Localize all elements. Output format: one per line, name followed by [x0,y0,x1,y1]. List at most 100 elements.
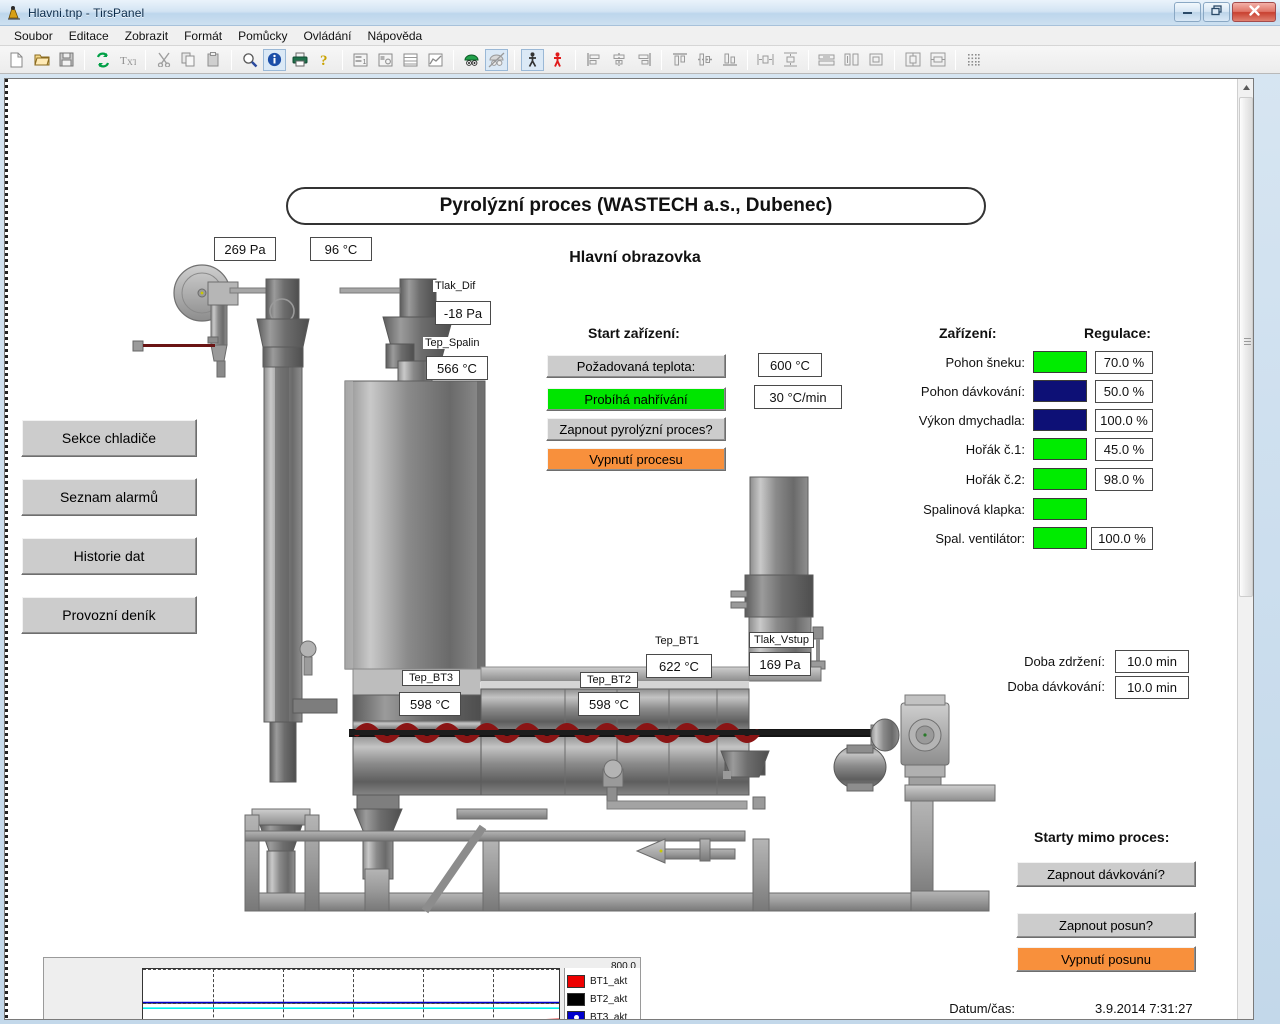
no-engineer-icon[interactable] [485,48,508,71]
align-right-icon[interactable] [632,49,655,71]
sidebar-item-seznam-alarmu[interactable]: Seznam alarmů [21,478,197,516]
align-top-icon[interactable] [668,49,691,71]
center-h-page-icon[interactable] [926,49,949,71]
chart-gridline [283,969,284,1019]
manual-panel-heading: Starty mimo proces: [1034,829,1170,845]
close-icon [1248,4,1261,20]
text-tool-icon[interactable]: T XT [116,49,139,71]
form-icon[interactable]: 1 [349,49,372,71]
center-v-page-icon[interactable] [901,49,924,71]
device-value-pohon-davkovani[interactable]: 50.0 % [1095,380,1153,403]
device-lamp-spal-ventilator[interactable] [1033,527,1087,549]
sidebar-item-historie-dat[interactable]: Historie dat [21,537,197,575]
legend-item-bt2[interactable]: BT2_akt [567,990,640,1008]
device-lamp-pohon-davkovani[interactable] [1033,380,1087,402]
device-value-spal-ventilator[interactable]: 100.0 % [1091,527,1153,550]
info-icon[interactable] [263,48,286,71]
start-dosing-button[interactable]: Zapnout dávkování? [1016,861,1196,887]
menu-item-soubor[interactable]: Soubor [6,27,61,45]
device-lamp-pohon-sneku[interactable] [1033,351,1087,373]
save-disk-icon[interactable] [55,49,78,71]
trend-chart[interactable]: 800.0 600.0 400.0 200.0 [43,957,641,1020]
menu-item-zobrazit[interactable]: Zobrazit [117,27,176,45]
same-size-icon[interactable] [865,49,888,71]
heating-rate-field[interactable]: 30 °C/min [754,385,842,409]
toolbar-group-run [520,48,570,71]
device-lamp-vykon-dmychadla[interactable] [1033,409,1087,431]
open-folder-icon[interactable] [30,49,53,71]
chart-icon[interactable] [424,49,447,71]
align-bottom-icon[interactable] [718,49,741,71]
menu-item-format[interactable]: Formát [176,27,230,45]
walking-man-icon[interactable] [521,48,544,71]
start-pyrolysis-button[interactable]: Zapnout pyrolýzní proces? [546,417,726,441]
align-center-h-icon[interactable] [607,49,630,71]
timer-value-doba-davkovani[interactable]: 10.0 min [1115,676,1189,699]
cut-scissors-icon[interactable] [152,49,175,71]
device-value-pohon-sneku[interactable]: 70.0 % [1095,351,1153,374]
table-icon[interactable] [399,49,422,71]
chart-gridline [423,969,424,1019]
legend-item-bt1[interactable]: BT1_akt [567,972,640,990]
same-width-icon[interactable] [815,49,838,71]
maximize-button[interactable] [1203,2,1230,22]
sensor-tag-tep-bt1: Tep_BT1 [653,635,702,647]
refresh-icon[interactable] [91,49,114,71]
minimize-button[interactable] [1174,2,1201,22]
panel-client-area: Pyrolýzní proces (WASTECH a.s., Dubenec)… [4,78,1254,1020]
device-lamp-horak-2[interactable] [1033,468,1087,490]
toolbar-group-edit-tools: T XT [90,49,140,71]
device-value-horak-1[interactable]: 45.0 % [1095,438,1153,461]
stop-process-button[interactable]: Vypnutí procesu [546,447,726,471]
menu-item-napoveda[interactable]: Nápověda [360,27,431,45]
toolbar-separator [145,49,146,70]
red-man-icon[interactable] [546,49,569,71]
scroll-up-button[interactable] [1238,79,1253,96]
menu-bar: Soubor Editace Zobrazit Formát Pomůcky O… [0,26,1280,46]
copy-icon[interactable] [177,49,200,71]
new-file-icon[interactable] [5,49,28,71]
distribute-v-icon[interactable] [779,49,802,71]
device-value-horak-2[interactable]: 98.0 % [1095,468,1153,491]
legend-item-bt3[interactable]: BT3_akt [567,1008,640,1020]
stop-conveyor-button[interactable]: Vypnutí posunu [1016,946,1196,972]
start-conveyor-button[interactable]: Zapnout posun? [1016,912,1196,938]
chart-gridline [143,1003,559,1004]
align-left-icon[interactable] [582,49,605,71]
scrollbar-thumb[interactable] [1239,97,1253,597]
legend-label-bt2: BT2_akt [590,993,628,1005]
sidebar-item-sekce-chladice[interactable]: Sekce chladiče [21,419,197,457]
setpoint-temperature-button[interactable]: Požadovaná teplota: [546,354,726,378]
help-question-icon[interactable]: ? [313,49,336,71]
heating-status-button[interactable]: Probíhá nahřívání [546,387,726,411]
paste-icon[interactable] [202,49,225,71]
menu-item-pomucky[interactable]: Pomůcky [230,27,295,45]
align-middle-icon[interactable] [693,49,716,71]
setpoint-temperature-field[interactable]: 600 °C [758,353,822,377]
device-lamp-spalinova-klapka[interactable] [1033,498,1087,520]
toolbar-group-insert: 1 [348,49,448,71]
sidebar-item-provozni-denik[interactable]: Provozní deník [21,596,197,634]
close-button[interactable] [1232,2,1276,22]
legend-label-bt3: BT3_akt [590,1011,628,1020]
print-icon[interactable] [288,49,311,71]
device-label-horak-2: Hořák č.2: [965,472,1025,487]
sensor-value-tep-bt2: 598 °C [578,692,640,716]
same-height-icon[interactable] [840,49,863,71]
sensor-value-temp-inlet: 96 °C [310,237,372,261]
datetime-value: 3.9.2014 7:31:27 [1095,1001,1193,1016]
zoom-magnifier-icon[interactable] [238,49,261,71]
device-lamp-horak-1[interactable] [1033,438,1087,460]
chart-gridline [353,969,354,1019]
grid-icon[interactable] [962,49,985,71]
image-icon[interactable] [374,49,397,71]
device-value-vykon-dmychadla[interactable]: 100.0 % [1095,409,1153,432]
toolbar-separator [342,49,343,70]
vertical-scrollbar[interactable] [1237,79,1253,1019]
timer-value-doba-zdrzeni[interactable]: 10.0 min [1115,650,1189,673]
menu-item-ovladani[interactable]: Ovládání [295,27,359,45]
distribute-h-icon[interactable] [754,49,777,71]
menu-item-editace[interactable]: Editace [61,27,117,45]
engineer-hat-icon[interactable] [460,49,483,71]
device-label-pohon-davkovani: Pohon dávkování: [920,384,1025,399]
